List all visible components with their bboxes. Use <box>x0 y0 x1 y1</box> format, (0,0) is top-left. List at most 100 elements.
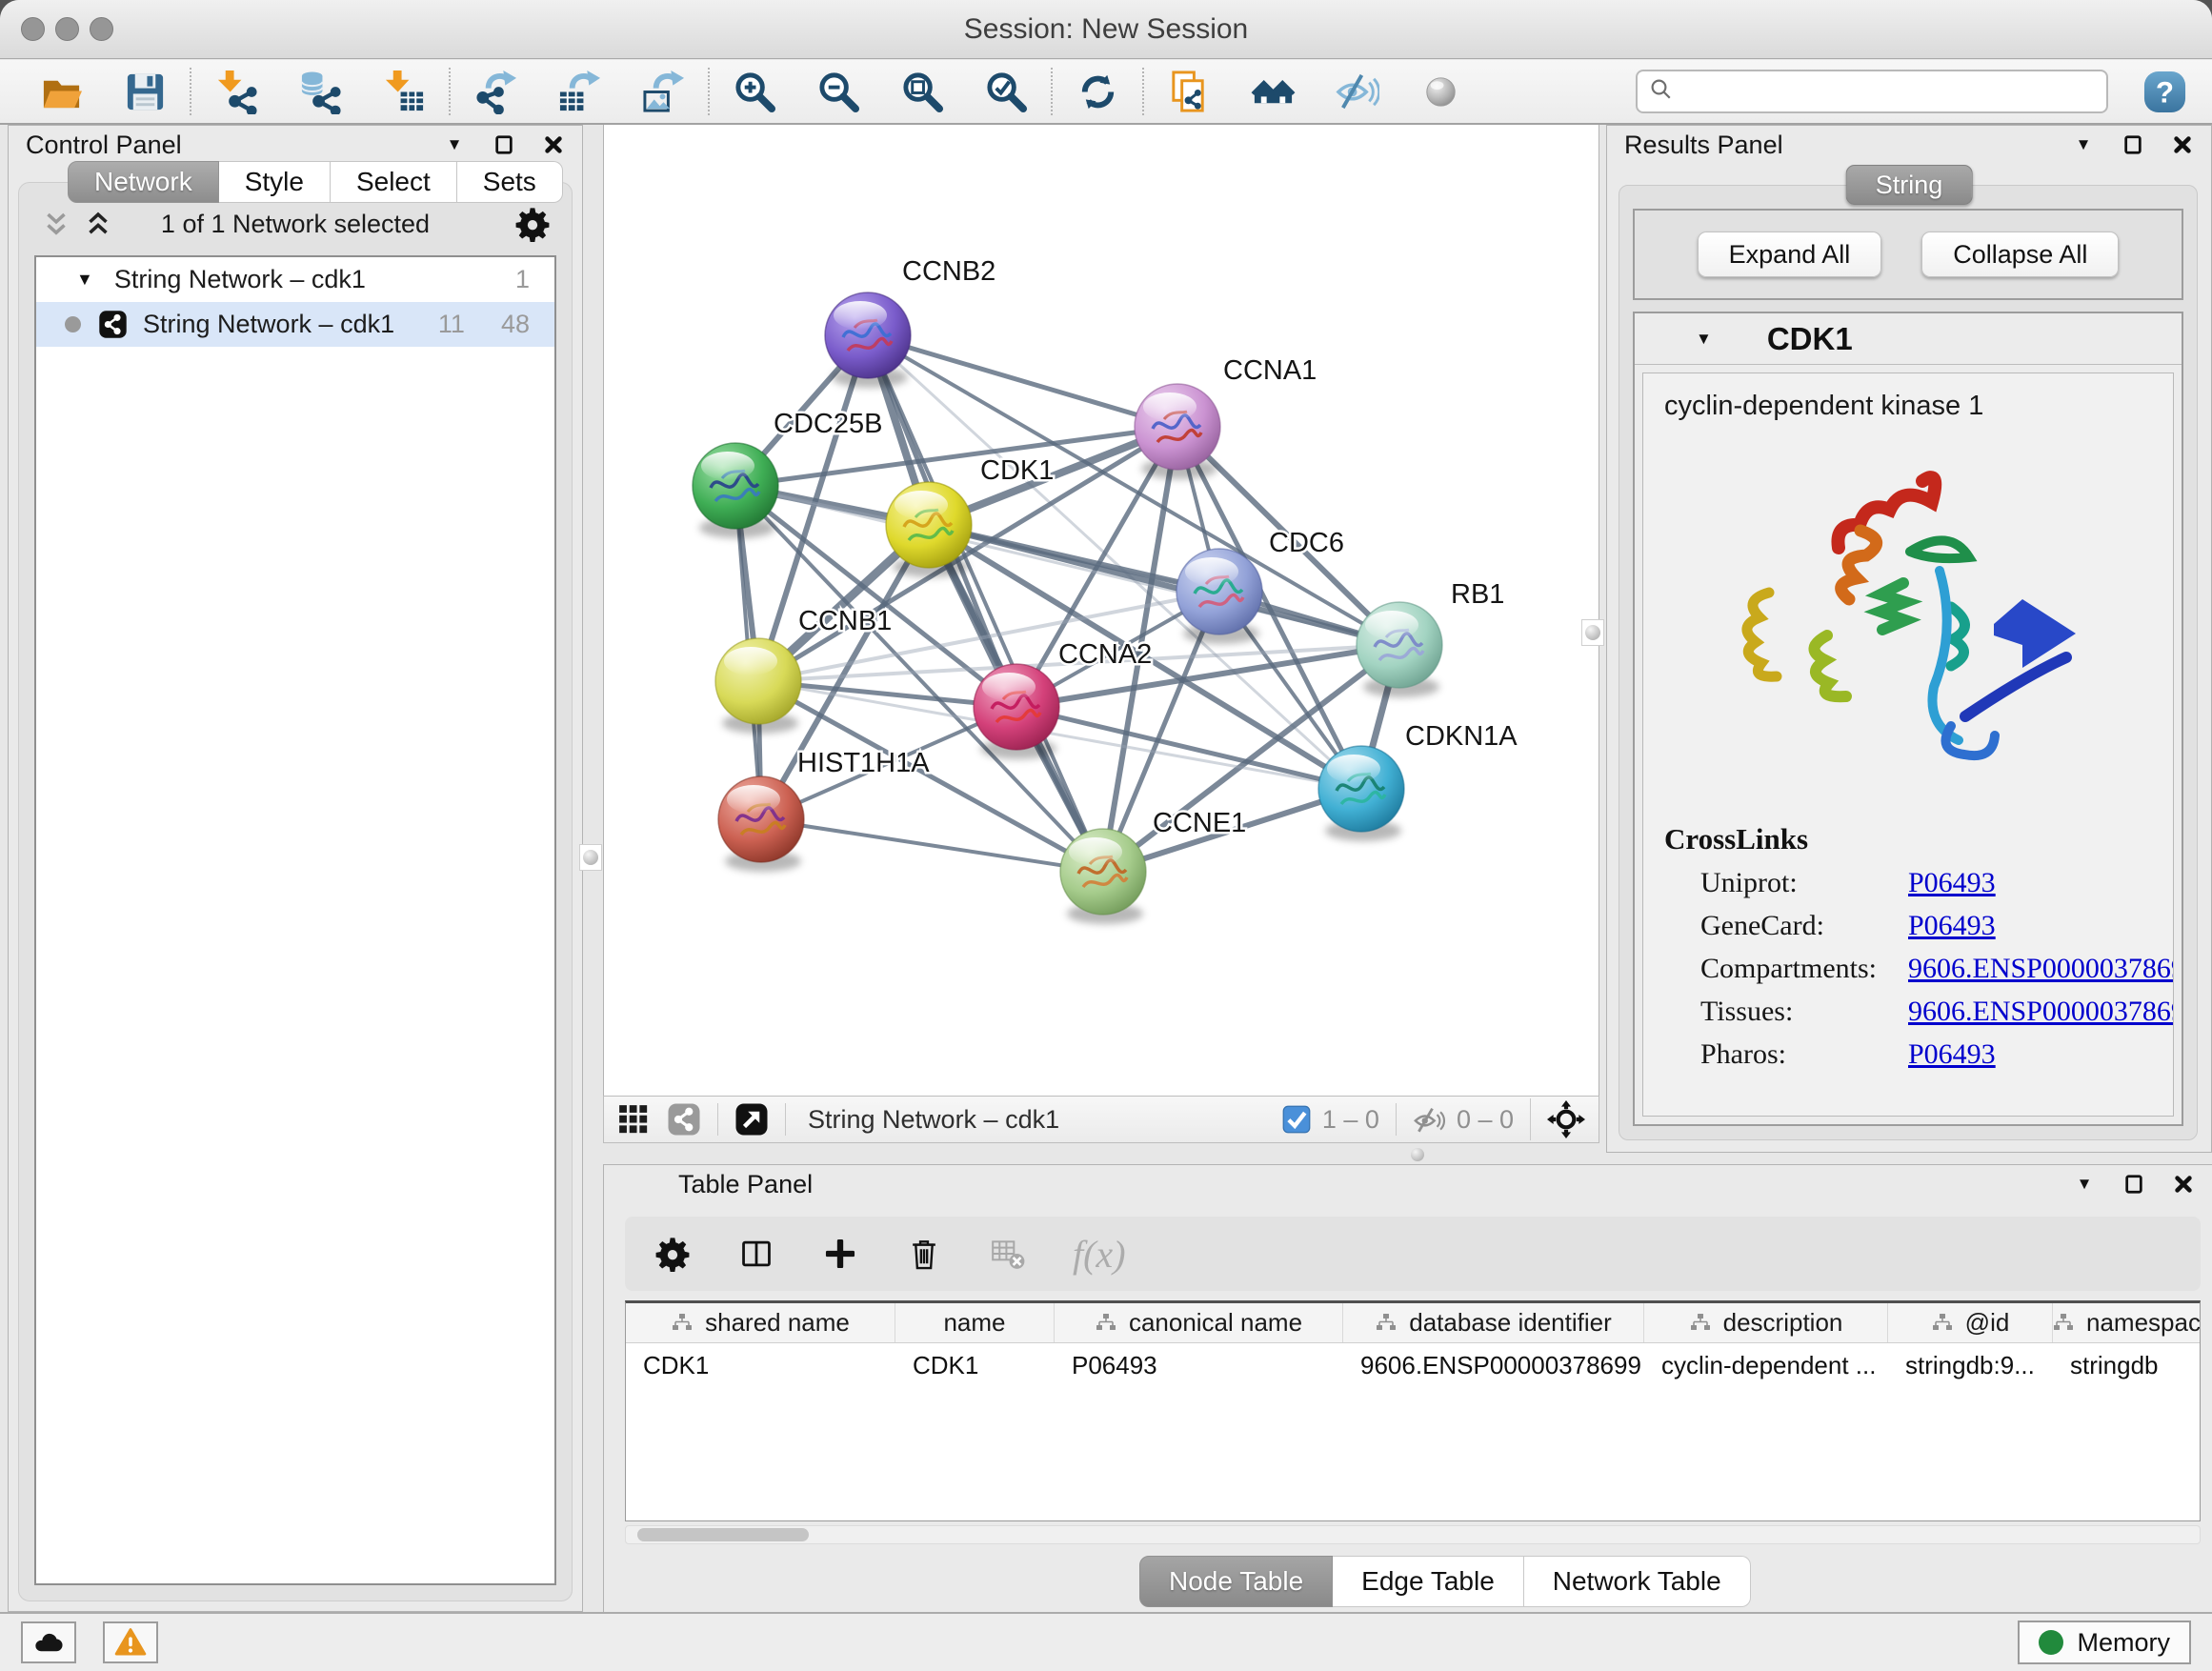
left-splitter-handle[interactable] <box>579 844 602 871</box>
network-row-selected[interactable]: String Network – cdk1 11 48 <box>36 302 554 347</box>
network-node-CDC25B[interactable]: CDC25B <box>693 409 882 538</box>
network-node-CCNE1[interactable]: CCNE1 <box>1060 808 1246 924</box>
network-node-CCNA1[interactable]: CCNA1 <box>1135 355 1317 479</box>
network-node-RB1[interactable]: RB1 <box>1357 579 1504 697</box>
export-table-icon[interactable] <box>537 63 621 120</box>
close-table-icon[interactable] <box>2172 1173 2195 1196</box>
tab-sets[interactable]: Sets <box>457 161 563 203</box>
node-label: RB1 <box>1451 579 1504 610</box>
tab-select[interactable]: Select <box>331 161 457 203</box>
table-horizontal-scrollbar[interactable] <box>625 1525 2201 1544</box>
network-node-HIST1H1A[interactable]: HIST1H1A <box>718 748 930 872</box>
right-splitter-handle[interactable] <box>1581 619 1604 646</box>
selected-checkbox-icon[interactable] <box>1282 1105 1311 1134</box>
column-header-database-identifier[interactable]: database identifier <box>1343 1303 1644 1342</box>
split-column-icon[interactable] <box>737 1235 775 1273</box>
crosslink-link[interactable]: 9606.ENSP00000378699 <box>1908 953 2174 985</box>
help-button[interactable]: ? <box>2142 70 2187 114</box>
collapse-results-icon[interactable]: ▼ <box>2072 133 2095 156</box>
minimize-button[interactable] <box>55 17 79 41</box>
column-header-description[interactable]: description <box>1644 1303 1888 1342</box>
hidden-eye-slash-icon[interactable] <box>1413 1103 1445 1136</box>
fit-selected-crosshair-icon[interactable] <box>1547 1100 1585 1138</box>
collapse-table-icon[interactable]: ▼ <box>2073 1173 2096 1196</box>
hide-selected-icon[interactable] <box>1315 63 1398 120</box>
node-section-header[interactable]: ▼ CDK1 <box>1635 313 2182 365</box>
close-results-icon[interactable] <box>2171 133 2194 156</box>
column-header-name[interactable]: name <box>895 1303 1055 1342</box>
crosslink-link[interactable]: 9606.ENSP00000378699 <box>1908 996 2174 1028</box>
zoom-fit-icon[interactable] <box>880 63 964 120</box>
export-image-icon[interactable] <box>621 63 705 120</box>
tab-network[interactable]: Network <box>68 161 219 203</box>
column-header-canonical-name[interactable]: canonical name <box>1055 1303 1343 1342</box>
crosslink-link[interactable]: P06493 <box>1908 1038 1996 1071</box>
float-panel-icon[interactable] <box>493 133 515 156</box>
tab-string[interactable]: String <box>1846 165 1973 205</box>
table-cell[interactable]: stringdb:9... <box>1888 1343 2053 1387</box>
close-button[interactable] <box>21 17 45 41</box>
network-edge[interactable] <box>868 335 1103 872</box>
network-overview-icon[interactable] <box>667 1102 701 1137</box>
search-input[interactable] <box>1676 76 2097 108</box>
tab-edge-table[interactable]: Edge Table <box>1333 1556 1524 1607</box>
show-graphics-details-icon[interactable] <box>1398 63 1482 120</box>
first-neighbors-icon[interactable] <box>1231 63 1315 120</box>
cloud-button[interactable] <box>21 1621 76 1663</box>
add-column-icon[interactable] <box>821 1235 859 1273</box>
table-row[interactable]: CDK1CDK1P064939606.ENSP00000378699cyclin… <box>626 1343 2200 1387</box>
column-header--id[interactable]: @id <box>1888 1303 2053 1342</box>
export-network-icon[interactable] <box>453 63 537 120</box>
crosslink-link[interactable]: P06493 <box>1908 910 1996 942</box>
table-cell[interactable]: cyclin-dependent ... <box>1644 1343 1888 1387</box>
network-edge[interactable] <box>868 335 1177 427</box>
expand-all-button[interactable]: Expand All <box>1698 232 1882 277</box>
collection-expand-icon[interactable]: ▼ <box>76 270 93 290</box>
collapse-all-button[interactable]: Collapse All <box>1921 232 2119 277</box>
network-canvas[interactable]: CCNB2CCNA1CDC25BCDK1CDC6RB1CCNB1CCNA2CDK… <box>603 125 1599 1096</box>
tab-style[interactable]: Style <box>219 161 331 203</box>
tab-node-table[interactable]: Node Table <box>1139 1556 1333 1607</box>
scrollbar-thumb[interactable] <box>637 1528 809 1541</box>
search-box[interactable] <box>1636 70 2108 113</box>
network-options-gear-icon[interactable] <box>514 206 551 242</box>
zoom-out-icon[interactable] <box>796 63 880 120</box>
column-header-shared-name[interactable]: shared name <box>626 1303 895 1342</box>
network-graph[interactable]: CCNB2CCNA1CDC25BCDK1CDC6RB1CCNB1CCNA2CDK… <box>604 125 1599 1094</box>
float-results-icon[interactable] <box>2122 133 2144 156</box>
zoom-selected-icon[interactable] <box>964 63 1048 120</box>
table-settings-icon[interactable] <box>654 1235 692 1273</box>
refresh-view-icon[interactable] <box>1056 63 1139 120</box>
column-header-namespac[interactable]: namespac <box>2053 1303 2200 1342</box>
network-node-CDKN1A[interactable]: CDKN1A <box>1318 721 1518 841</box>
bottom-splitter-handle[interactable] <box>1404 1145 1431 1164</box>
crosslink-link[interactable]: P06493 <box>1908 867 1996 899</box>
tab-network-table[interactable]: Network Table <box>1524 1556 1751 1607</box>
delete-column-icon[interactable] <box>905 1235 943 1273</box>
birds-eye-view-icon[interactable] <box>617 1103 650 1136</box>
crosslink-row: Uniprot:P06493 <box>1700 867 2173 899</box>
zoom-in-icon[interactable] <box>713 63 796 120</box>
section-expand-icon[interactable]: ▼ <box>1696 330 1712 349</box>
collapse-panel-icon[interactable]: ▼ <box>443 133 466 156</box>
save-session-icon[interactable] <box>103 63 187 120</box>
table-cell[interactable]: CDK1 <box>626 1343 895 1387</box>
table-cell[interactable]: 9606.ENSP00000378699 <box>1343 1343 1644 1387</box>
close-panel-icon[interactable] <box>542 133 565 156</box>
open-session-icon[interactable] <box>19 63 103 120</box>
network-collection-row[interactable]: ▼ String Network – cdk1 1 <box>36 257 554 302</box>
window-title: Session: New Session <box>0 0 2212 59</box>
warning-button[interactable] <box>103 1621 158 1663</box>
detach-view-icon[interactable] <box>734 1102 769 1137</box>
table-cell[interactable]: P06493 <box>1055 1343 1343 1387</box>
import-network-database-icon[interactable] <box>278 63 362 120</box>
memory-button[interactable]: Memory <box>2018 1621 2191 1664</box>
zoom-button[interactable] <box>90 17 113 41</box>
import-network-file-icon[interactable] <box>194 63 278 120</box>
new-network-from-selection-icon[interactable] <box>1147 63 1231 120</box>
table-cell[interactable]: CDK1 <box>895 1343 1055 1387</box>
table-cell[interactable]: stringdb <box>2053 1343 2200 1387</box>
network-node-CCNB1[interactable]: CCNB1 <box>715 606 892 734</box>
import-table-file-icon[interactable] <box>362 63 446 120</box>
float-table-icon[interactable] <box>2122 1173 2145 1196</box>
